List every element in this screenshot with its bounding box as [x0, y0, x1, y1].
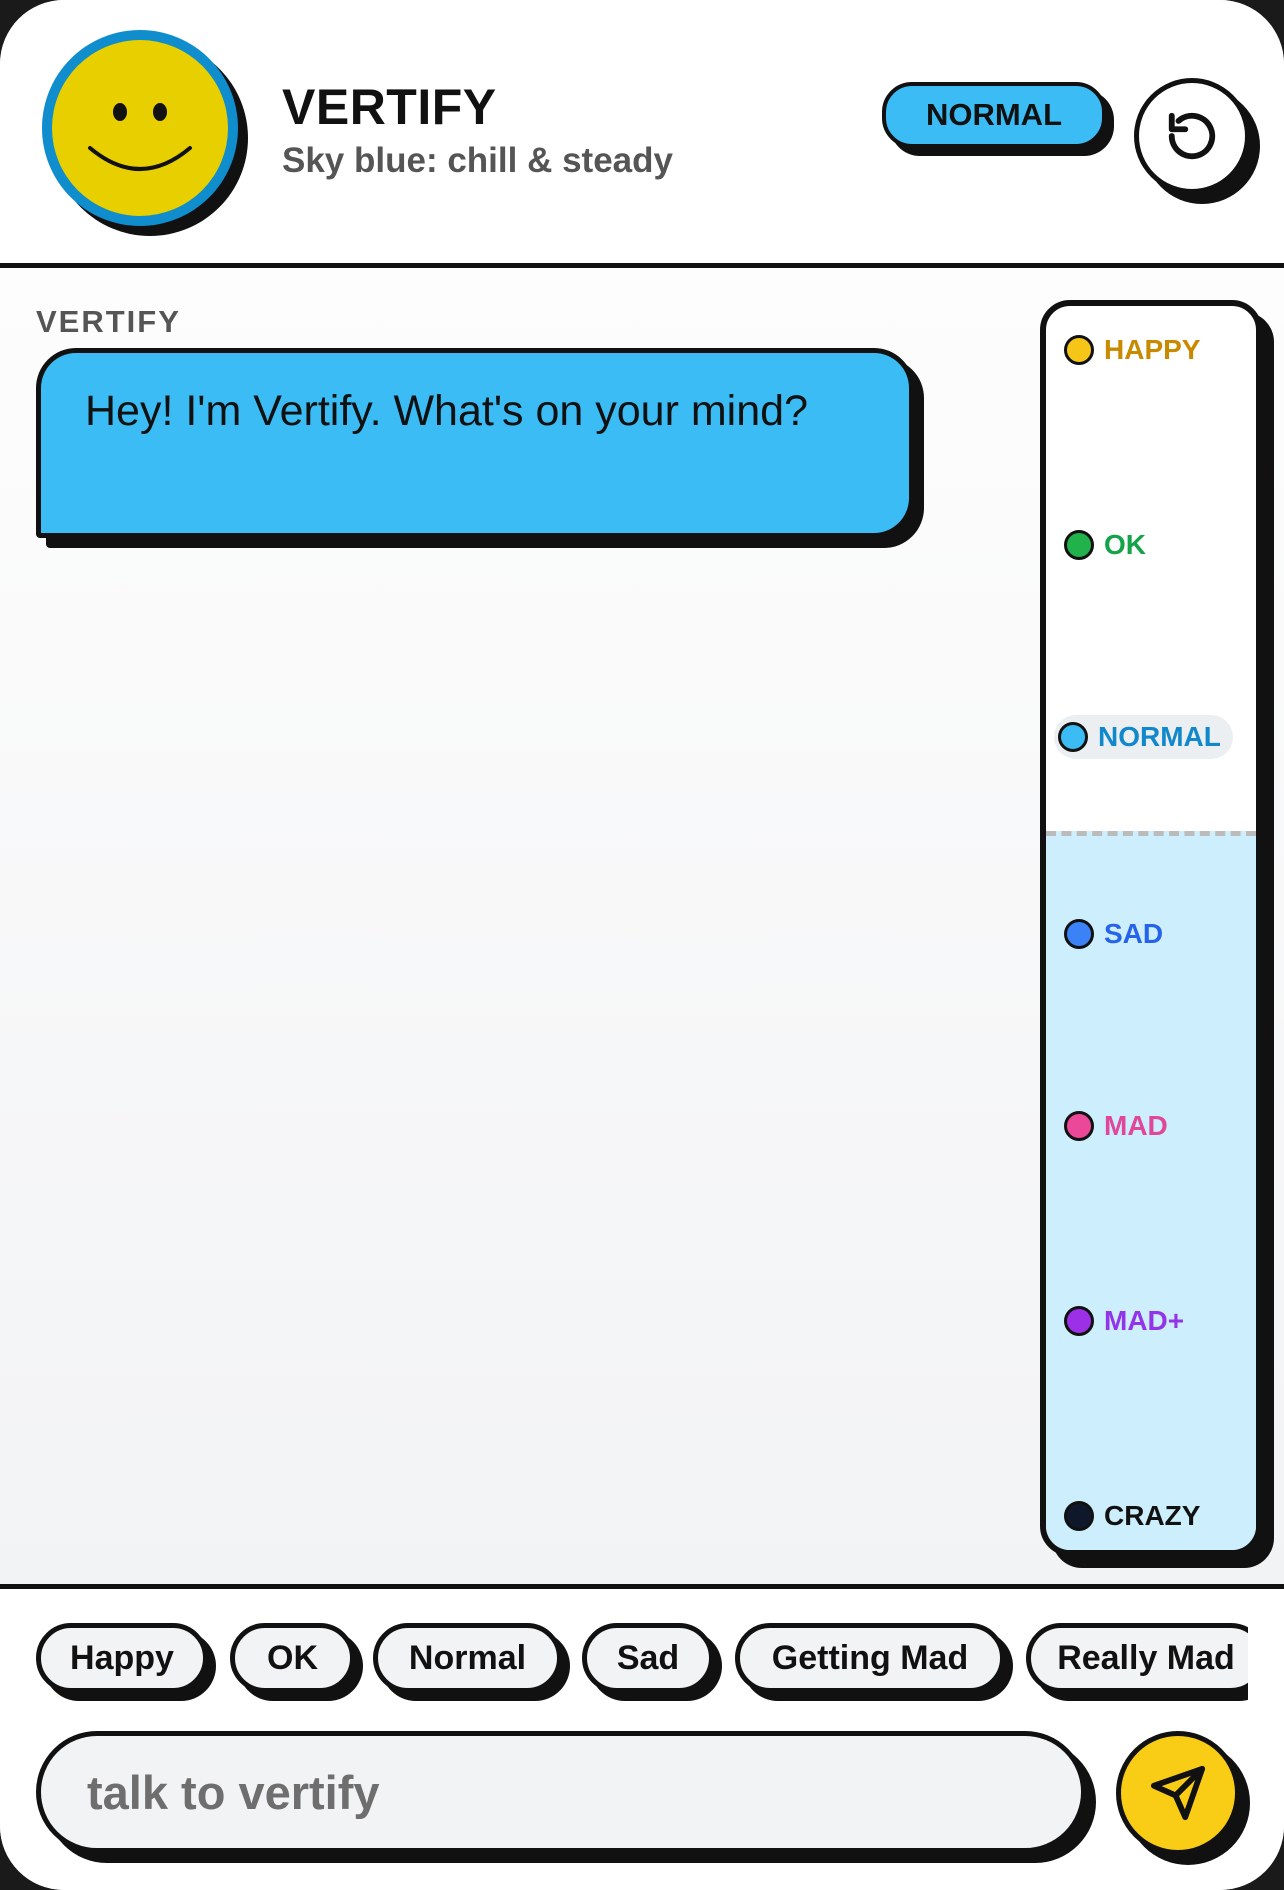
mood-dot-icon [1058, 722, 1088, 752]
quick-reply-happy[interactable]: Happy [36, 1623, 208, 1693]
mood-level-label: HAPPY [1104, 334, 1201, 365]
mood-level-label: MAD+ [1104, 1305, 1185, 1336]
header: VERTIFY Sky blue: chill & steady NORMAL [0, 0, 1284, 268]
reset-button[interactable] [1134, 78, 1250, 194]
message-bubble: Hey! I'm Vertify. What's on your mind? [36, 348, 914, 538]
mood-dot-icon [1064, 1306, 1094, 1336]
smiley-face-icon [52, 40, 228, 216]
mood-level-ok[interactable]: OK [1064, 523, 1146, 567]
quick-reply-normal[interactable]: Normal [373, 1623, 562, 1693]
mood-level-label: CRAZY [1104, 1500, 1201, 1531]
quick-reply-really-mad[interactable]: Really Mad [1026, 1623, 1248, 1693]
mood-dot-icon [1064, 919, 1094, 949]
mood-status-badge: NORMAL [882, 82, 1106, 148]
mood-level-label: SAD [1104, 918, 1164, 949]
mood-description: Sky blue: chill & steady [282, 141, 673, 180]
mood-level-normal[interactable]: NORMAL [1054, 715, 1233, 759]
mood-level-happy[interactable]: HAPPY [1064, 328, 1200, 372]
quick-replies: Happy OK Normal Sad Getting Mad Really M… [36, 1619, 1248, 1709]
rotate-ccw-icon [1168, 112, 1216, 160]
mood-dot-icon [1064, 530, 1094, 560]
message-input[interactable] [36, 1731, 1086, 1853]
mood-meter: HAPPY OK NORMAL SAD MAD MAD+ CRAZY [1040, 300, 1262, 1556]
avatar [42, 30, 238, 226]
message-sender: VERTIFY [36, 304, 181, 339]
vertify-app: VERTIFY Sky blue: chill & steady NORMAL … [0, 0, 1284, 1890]
mood-level-label: OK [1104, 529, 1146, 560]
app-title: VERTIFY [282, 79, 497, 135]
quick-reply-ok[interactable]: OK [230, 1623, 355, 1693]
quick-reply-getting-mad[interactable]: Getting Mad [735, 1623, 1005, 1693]
mood-dot-icon [1064, 1501, 1094, 1531]
mood-level-mad[interactable]: MAD [1064, 1104, 1168, 1148]
mood-dot-icon [1064, 1111, 1094, 1141]
mood-level-mad-plus[interactable]: MAD+ [1064, 1299, 1184, 1343]
mood-level-label: MAD [1104, 1110, 1168, 1141]
mood-level-label: NORMAL [1098, 721, 1221, 752]
mood-level-sad[interactable]: SAD [1064, 912, 1163, 956]
quick-reply-sad[interactable]: Sad [582, 1623, 714, 1693]
composer-area: Happy OK Normal Sad Getting Mad Really M… [0, 1584, 1284, 1890]
mood-dot-icon [1064, 335, 1094, 365]
send-button[interactable] [1116, 1731, 1240, 1855]
send-icon [1150, 1765, 1206, 1821]
mood-level-crazy[interactable]: CRAZY [1064, 1494, 1200, 1538]
